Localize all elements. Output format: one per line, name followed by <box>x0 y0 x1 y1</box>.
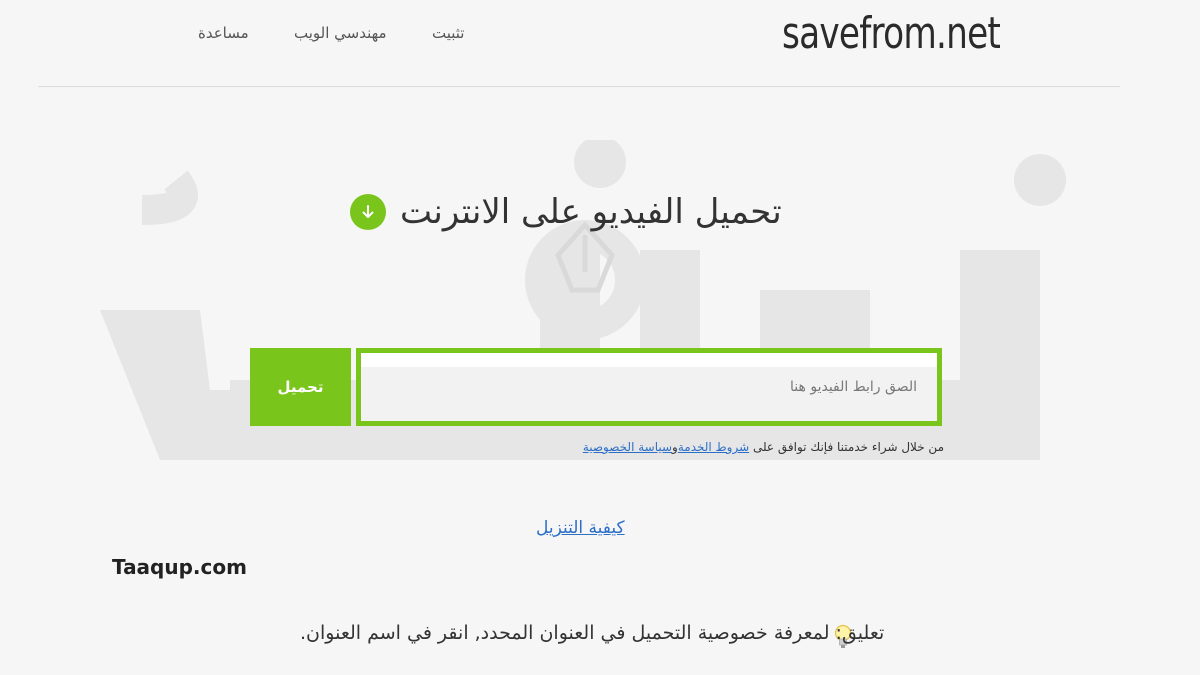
watermark-site-text: Taaqup.com <box>112 555 247 579</box>
download-arrow-icon <box>350 194 386 230</box>
page-title: تحميل الفيديو على الانترنت <box>400 192 782 232</box>
terms-text: من خلال شراء خدمتنا فإنك توافق على <box>752 440 944 454</box>
url-input[interactable] <box>356 348 942 426</box>
nav-install[interactable]: تثبيت <box>432 24 464 42</box>
download-button[interactable]: تحميل <box>250 348 351 426</box>
nav-help[interactable]: مساعدة <box>198 24 249 42</box>
tip-text: تعليق: لمعرفة خصوصية التحميل في العنوان … <box>300 622 885 644</box>
header-divider <box>38 86 1120 87</box>
nav-webmasters[interactable]: مهندسي الويب <box>294 24 387 42</box>
privacy-policy-link[interactable]: سياسة الخصوصية <box>583 440 672 454</box>
terms-notice: من خلال شراء خدمتنا فإنك توافق على شروط … <box>580 440 944 454</box>
site-logo[interactable]: savefrom.net <box>782 8 1001 59</box>
how-to-download-link[interactable]: كيفية التنزيل <box>536 518 625 538</box>
terms-of-service-link[interactable]: شروط الخدمة <box>678 440 749 454</box>
